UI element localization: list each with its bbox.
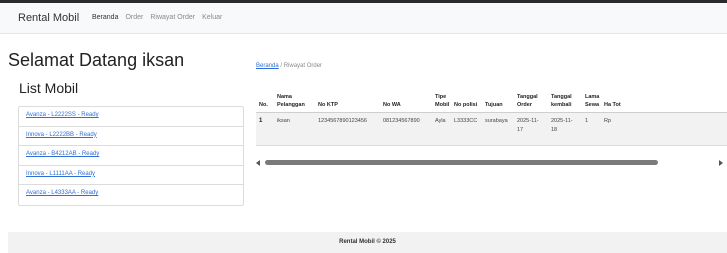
cell-tanggal-kembali: 2025-11-18: [548, 112, 582, 146]
cell-polisi: L3333CC: [451, 112, 482, 146]
list-item: Innova - L1111AA - Ready: [19, 166, 243, 185]
cell-ktp: 1234567890123456: [315, 112, 380, 146]
cell-harga: Rp: [601, 112, 727, 146]
scrollbar-thumb[interactable]: [265, 160, 658, 165]
cell-lama-sewa: 1: [582, 112, 601, 146]
horizontal-scrollbar[interactable]: [256, 159, 727, 167]
cell-tanggal-order: 2025-11-17: [514, 112, 548, 146]
car-link[interactable]: Innova - L1111AA - Ready: [26, 171, 95, 177]
footer: Rental Mobil © 2025: [8, 232, 727, 253]
breadcrumb: Beranda / Riwayat Order: [256, 63, 322, 69]
list-item: Innova - L2222BB - Ready: [19, 127, 243, 146]
col-header-no: No.: [256, 86, 274, 113]
table-row: 1 iksan 1234567890123456 081234567890 Ay…: [256, 112, 727, 146]
scroll-left-arrow-icon[interactable]: [256, 160, 260, 166]
cell-no: 1: [256, 112, 274, 146]
list-item: Avanza - B4212AB - Ready: [19, 146, 243, 166]
col-header-tanggal-order: Tanggal Order: [514, 86, 548, 113]
car-link[interactable]: Avanza - B4212AB - Ready: [26, 151, 99, 157]
car-link[interactable]: Innova - L2222BB - Ready: [26, 132, 97, 138]
col-header-harga-total: Ha Tot: [601, 86, 727, 113]
navbar-brand[interactable]: Rental Mobil: [18, 12, 79, 24]
nav-item-keluar[interactable]: Keluar: [202, 14, 222, 21]
table-header-row: No. Nama Pelanggan No KTP No WA Tipe Mob…: [256, 86, 727, 113]
col-header-no-wa: No WA: [380, 86, 432, 113]
list-item: Avanza - L4333AA - Ready: [19, 185, 243, 205]
col-header-no-ktp: No KTP: [315, 86, 380, 113]
car-list: Avanza - L2222SS - Ready Innova - L2222B…: [18, 106, 244, 206]
car-link[interactable]: Avanza - L2222SS - Ready: [26, 112, 99, 118]
welcome-heading: Selamat Datang iksan: [8, 50, 185, 70]
col-header-nama-pelanggan: Nama Pelanggan: [274, 86, 315, 113]
col-header-no-polisi: No polisi: [451, 86, 482, 113]
col-header-tipe-mobil: Tipe Mobil: [432, 86, 451, 113]
breadcrumb-current: Riwayat Order: [283, 63, 323, 69]
list-item: Avanza - L2222SS - Ready: [19, 107, 243, 127]
col-header-tujuan: Tujuan: [482, 86, 514, 113]
breadcrumb-home-link[interactable]: Beranda: [256, 63, 279, 69]
cell-tujuan: surabaya: [482, 112, 514, 146]
col-header-lama-sewa: Lama Sewa: [582, 86, 601, 113]
cell-tipe: Ayla: [432, 112, 451, 146]
nav-item-order[interactable]: Order: [125, 14, 143, 21]
nav-menu: Beranda Order Riwayat Order Keluar: [92, 14, 222, 21]
navbar: Rental Mobil Beranda Order Riwayat Order…: [0, 0, 727, 34]
cell-wa: 081234567890: [380, 112, 432, 146]
scroll-right-arrow-icon[interactable]: [719, 160, 723, 166]
cell-nama: iksan: [274, 112, 315, 146]
nav-item-riwayat-order[interactable]: Riwayat Order: [150, 14, 195, 21]
order-history-table: No. Nama Pelanggan No KTP No WA Tipe Mob…: [256, 86, 727, 146]
footer-text: Rental Mobil © 2025: [339, 239, 396, 245]
breadcrumb-separator: /: [280, 63, 283, 69]
car-link[interactable]: Avanza - L4333AA - Ready: [26, 190, 98, 196]
list-mobil-heading: List Mobil: [19, 80, 79, 96]
col-header-tanggal-kembali: Tanggal kembali: [548, 86, 582, 113]
nav-item-beranda[interactable]: Beranda: [92, 14, 118, 21]
